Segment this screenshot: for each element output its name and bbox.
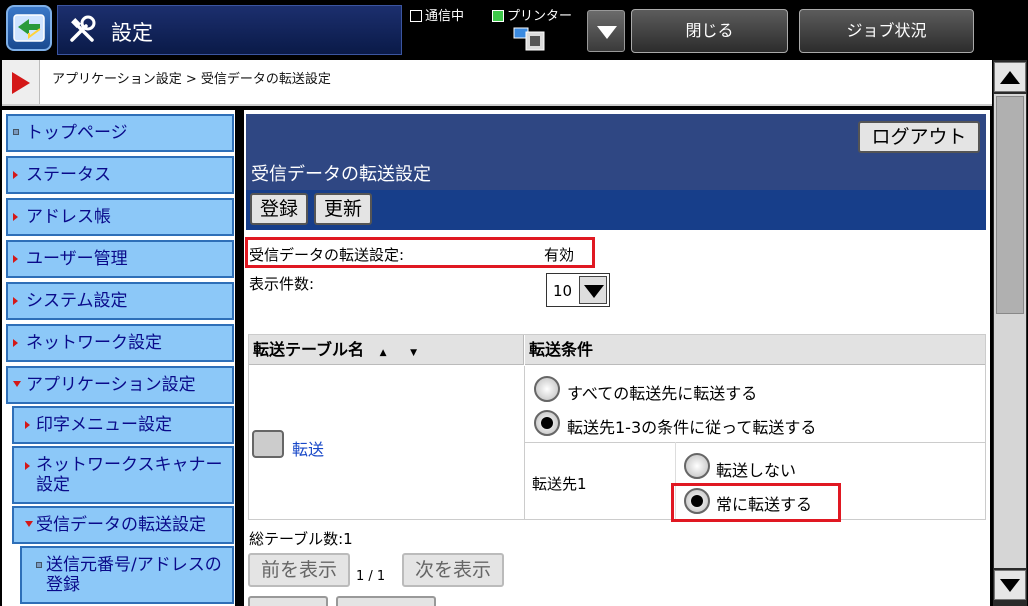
sort-descending-icon[interactable]: ▼ [410,348,417,358]
scroll-up-button[interactable] [994,62,1026,92]
radio-no-forward-label: 転送しない [716,461,797,480]
sidebar-item-network-scanner[interactable]: ネットワークスキャナー設定 [12,446,234,504]
arrow-right-icon [25,421,30,429]
divider [525,442,985,443]
sidebar-item-received-data-forwarding[interactable]: 受信データの転送設定 [12,506,234,544]
top-bar: 設定 通信中 プリンター 閉じる ジョブ状況 [0,0,1028,58]
destination-label: 転送先1 [532,475,587,493]
sidebar-item-print-menu[interactable]: 印字メニュー設定 [12,406,234,444]
register-button[interactable]: 登録 [250,193,308,225]
sidebar-item-network-settings[interactable]: ネットワーク設定 [6,324,234,362]
action-bar: 登録 更新 [246,190,986,230]
breadcrumb-bar: アプリケーション設定 > 受信データの転送設定 [2,60,992,106]
menu-dropdown-button[interactable] [587,10,625,52]
column-header-table-name: 転送テーブル名 ▲ ▼ [249,335,524,365]
expand-nav-button[interactable] [2,60,40,104]
arrow-right-icon [25,462,30,470]
forward-table: 転送テーブル名 ▲ ▼ 転送条件 転送 すべての転送先に転送する 転送先1-3の… [248,334,986,522]
content-header: ログアウト 受信データの転送設定 [246,114,986,190]
job-status-button[interactable]: ジョブ状況 [799,9,974,53]
scroll-thumb[interactable] [996,96,1024,314]
arrow-right-icon [13,213,18,221]
sidebar-item-user-management[interactable]: ユーザー管理 [6,240,234,278]
radio-forward-all-label: すべての転送先に転送する [567,384,758,403]
table-row: 転送 [249,366,525,520]
main-content: ログアウト 受信データの転送設定 登録 更新 受信データの転送設定: 有効 表示… [244,110,990,606]
display-count-label: 表示件数: [249,275,315,293]
scrollbar[interactable] [993,60,1027,606]
printer-status: プリンター [492,5,572,24]
breadcrumb: アプリケーション設定 > 受信データの転送設定 [52,72,331,87]
arrow-right-icon [13,339,18,347]
sidebar-item-status[interactable]: ステータス [6,156,234,194]
sidebar-item-top-page[interactable]: トップページ [6,114,234,152]
app-switch-icon[interactable] [6,5,52,51]
tools-icon [70,15,96,42]
radio-forward-by-condition-label: 転送先1-3の条件に従って転送する [567,418,817,437]
update-button[interactable]: 更新 [314,193,372,225]
logout-button[interactable]: ログアウト [858,121,980,153]
radio-forward-by-condition[interactable] [534,410,560,436]
cut-off-button[interactable] [248,596,328,606]
arrow-right-icon [13,297,18,305]
scroll-track[interactable] [994,94,1026,568]
play-arrow-icon [12,72,30,94]
sidebar: トップページ ステータス アドレス帳 ユーザー管理 システム設定 ネットワーク設… [2,110,238,606]
comm-status: 通信中 [410,5,464,24]
title-area: 設定 [57,5,402,55]
cut-off-button[interactable] [336,596,436,606]
bullet-icon [13,129,19,135]
chevron-down-icon[interactable] [579,276,607,304]
total-table-count: 総テーブル数:1 [249,530,353,548]
radio-forward-all[interactable] [534,376,560,402]
highlight-box [245,237,595,268]
device-status-area: 通信中 プリンター [408,2,583,56]
highlight-box [671,483,841,522]
page-indicator: 1 / 1 [356,569,386,584]
display-count-value: 10 [553,282,573,300]
sidebar-item-application-settings[interactable]: アプリケーション設定 [6,366,234,404]
arrow-right-icon [13,171,18,179]
arrow-down-icon [13,381,21,387]
display-count-select[interactable]: 10 [546,273,610,307]
scroll-down-button[interactable] [994,570,1026,600]
printer-indicator-icon [492,10,504,22]
column-header-condition: 転送条件 [525,335,985,365]
previous-page-button[interactable]: 前を表示 [248,553,350,587]
sidebar-item-sender-registration[interactable]: 送信元番号/アドレスの登録 [20,546,234,604]
sidebar-item-address-book[interactable]: アドレス帳 [6,198,234,236]
printer-icon [513,27,545,51]
next-page-button[interactable]: 次を表示 [402,553,504,587]
table-name-link[interactable]: 転送 [292,436,324,460]
arrow-right-icon [13,255,18,263]
page-title-header: 設定 [111,21,153,45]
bullet-icon [36,562,42,568]
comm-indicator-icon [410,10,422,22]
sort-ascending-icon[interactable]: ▲ [380,348,387,358]
arrow-down-icon [25,521,33,527]
close-button[interactable]: 閉じる [631,9,788,53]
row-select-checkbox[interactable] [252,430,284,458]
radio-no-forward[interactable] [684,453,710,479]
sidebar-item-system-settings[interactable]: システム設定 [6,282,234,320]
page-title: 受信データの転送設定 [251,164,431,185]
